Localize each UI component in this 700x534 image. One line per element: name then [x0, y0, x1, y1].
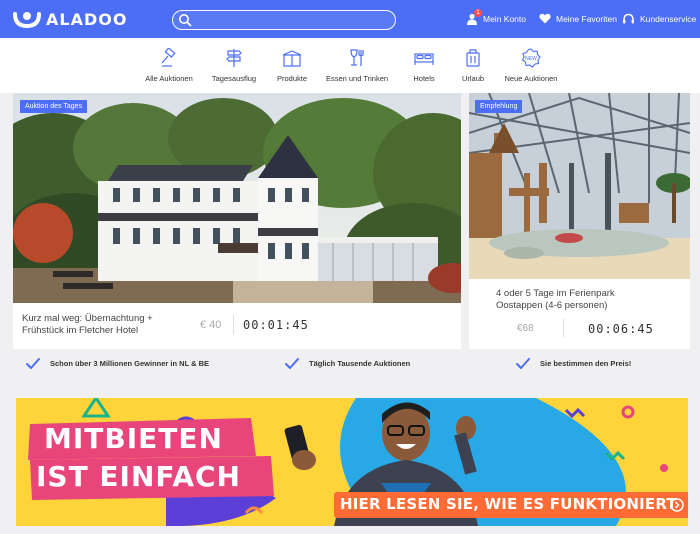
- recommended-auction-price: €68: [517, 323, 534, 334]
- bed-icon: [414, 53, 434, 65]
- my-account-label: Mein Konto: [483, 14, 526, 24]
- feature-label: Sie bestimmen den Preis!: [540, 359, 632, 368]
- feature-you-set-price: Sie bestimmen den Preis!: [516, 358, 631, 369]
- checkmark-icon: [26, 358, 40, 369]
- featured-title-line-1: Kurz mal weg: Übernachtung +: [22, 313, 153, 324]
- featured-title-line-2: Frühstück im Fletcher Hotel: [22, 325, 139, 336]
- new-seal-icon: NEW: [521, 48, 541, 68]
- category-label: Alle Auktionen: [145, 74, 193, 83]
- signpost-icon: [226, 49, 242, 67]
- headset-icon: [623, 13, 634, 24]
- category-label: Essen und Trinken: [325, 74, 389, 83]
- aladoo-logo-icon: [13, 12, 41, 29]
- recommended-auction-card[interactable]: Empfehlung 4 oder 5 Tage im Ferienpark O…: [469, 93, 690, 349]
- divider: [563, 319, 564, 337]
- featured-auction-price: € 40: [200, 319, 222, 331]
- search-icon[interactable]: [178, 13, 192, 27]
- recommended-auction-title[interactable]: 4 oder 5 Tage im Ferienpark Oostappen (4…: [496, 288, 615, 312]
- heart-icon: [539, 13, 551, 24]
- how-it-works-label: HIER LESEN SIE, WIE ES FUNKTIONIERT: [340, 495, 677, 513]
- logo[interactable]: ALADOO: [12, 8, 127, 30]
- recommended-title-line-1: 4 oder 5 Tage im Ferienpark: [496, 288, 615, 299]
- featured-auction-timer: 00:01:45: [243, 318, 309, 332]
- hotel-photo: [13, 93, 461, 303]
- category-label: Neue Auktionen: [504, 74, 558, 83]
- wine-glass-icon: [350, 49, 364, 66]
- gift-box-icon: [282, 50, 302, 67]
- checkmark-icon: [516, 358, 530, 369]
- ribbon-auction-of-the-day: Auktion des Tages: [20, 100, 88, 113]
- ribbon-recommendation: Empfehlung: [475, 100, 523, 113]
- how-it-works-button[interactable]: HIER LESEN SIE, WIE ES FUNKTIONIERT: [334, 492, 688, 518]
- featured-auction-title[interactable]: Kurz mal weg: Übernachtung + Frühstück i…: [22, 313, 153, 337]
- category-nav: Alle Auktionen Tagesausflug Produkte Ess…: [0, 38, 700, 93]
- category-label: Produkte: [276, 74, 308, 83]
- featured-auction-card[interactable]: Auktion des Tages Kurz mal weg: Übernach…: [13, 93, 461, 349]
- brand-name: ALADOO: [46, 9, 128, 29]
- feature-label: Schon über 3 Millionen Gewinner in NL & …: [50, 359, 210, 368]
- feature-winners: Schon über 3 Millionen Gewinner in NL & …: [26, 358, 209, 369]
- banner-headline-line-2: IST EINFACH: [36, 460, 241, 493]
- category-food-drink[interactable]: Essen und Trinken: [322, 48, 392, 83]
- top-header: ALADOO 1 Mein Konto Meine Favoriten Kund…: [0, 0, 700, 38]
- category-products[interactable]: Produkte: [257, 48, 327, 83]
- recommended-title-line-2: Oostappen (4-6 personen): [496, 300, 608, 311]
- how-it-works-banner[interactable]: MITBIETEN IST EINFACH HIER LESEN SIE, WI…: [16, 398, 688, 526]
- notification-badge: 1: [474, 9, 482, 17]
- svg-text:NEW: NEW: [525, 56, 537, 62]
- my-account-link[interactable]: 1 Mein Konto: [466, 9, 526, 25]
- search-bar[interactable]: [172, 10, 396, 30]
- banner-headline-line-1: MITBIETEN: [44, 422, 223, 455]
- chevron-right-circle-icon: [670, 498, 684, 512]
- recommended-auction-timer: 00:06:45: [588, 322, 654, 336]
- category-all-auctions[interactable]: Alle Auktionen: [134, 48, 204, 83]
- divider: [233, 315, 234, 335]
- customer-service-link[interactable]: Kundenservice: [622, 13, 696, 25]
- gavel-icon: [161, 48, 176, 67]
- checkmark-icon: [285, 358, 299, 369]
- suitcase-icon: [466, 49, 480, 67]
- customer-service-label: Kundenservice: [640, 14, 697, 24]
- my-favorites-label: Meine Favoriten: [556, 13, 617, 24]
- feature-daily-auctions: Täglich Tausende Auktionen: [285, 358, 410, 369]
- search-input[interactable]: [195, 13, 391, 27]
- feature-label: Täglich Tausende Auktionen: [309, 359, 411, 368]
- my-favorites-link[interactable]: Meine Favoriten: [539, 13, 617, 24]
- category-new-auctions[interactable]: NEW Neue Auktionen: [496, 48, 566, 83]
- holiday-park-photo: [469, 93, 690, 279]
